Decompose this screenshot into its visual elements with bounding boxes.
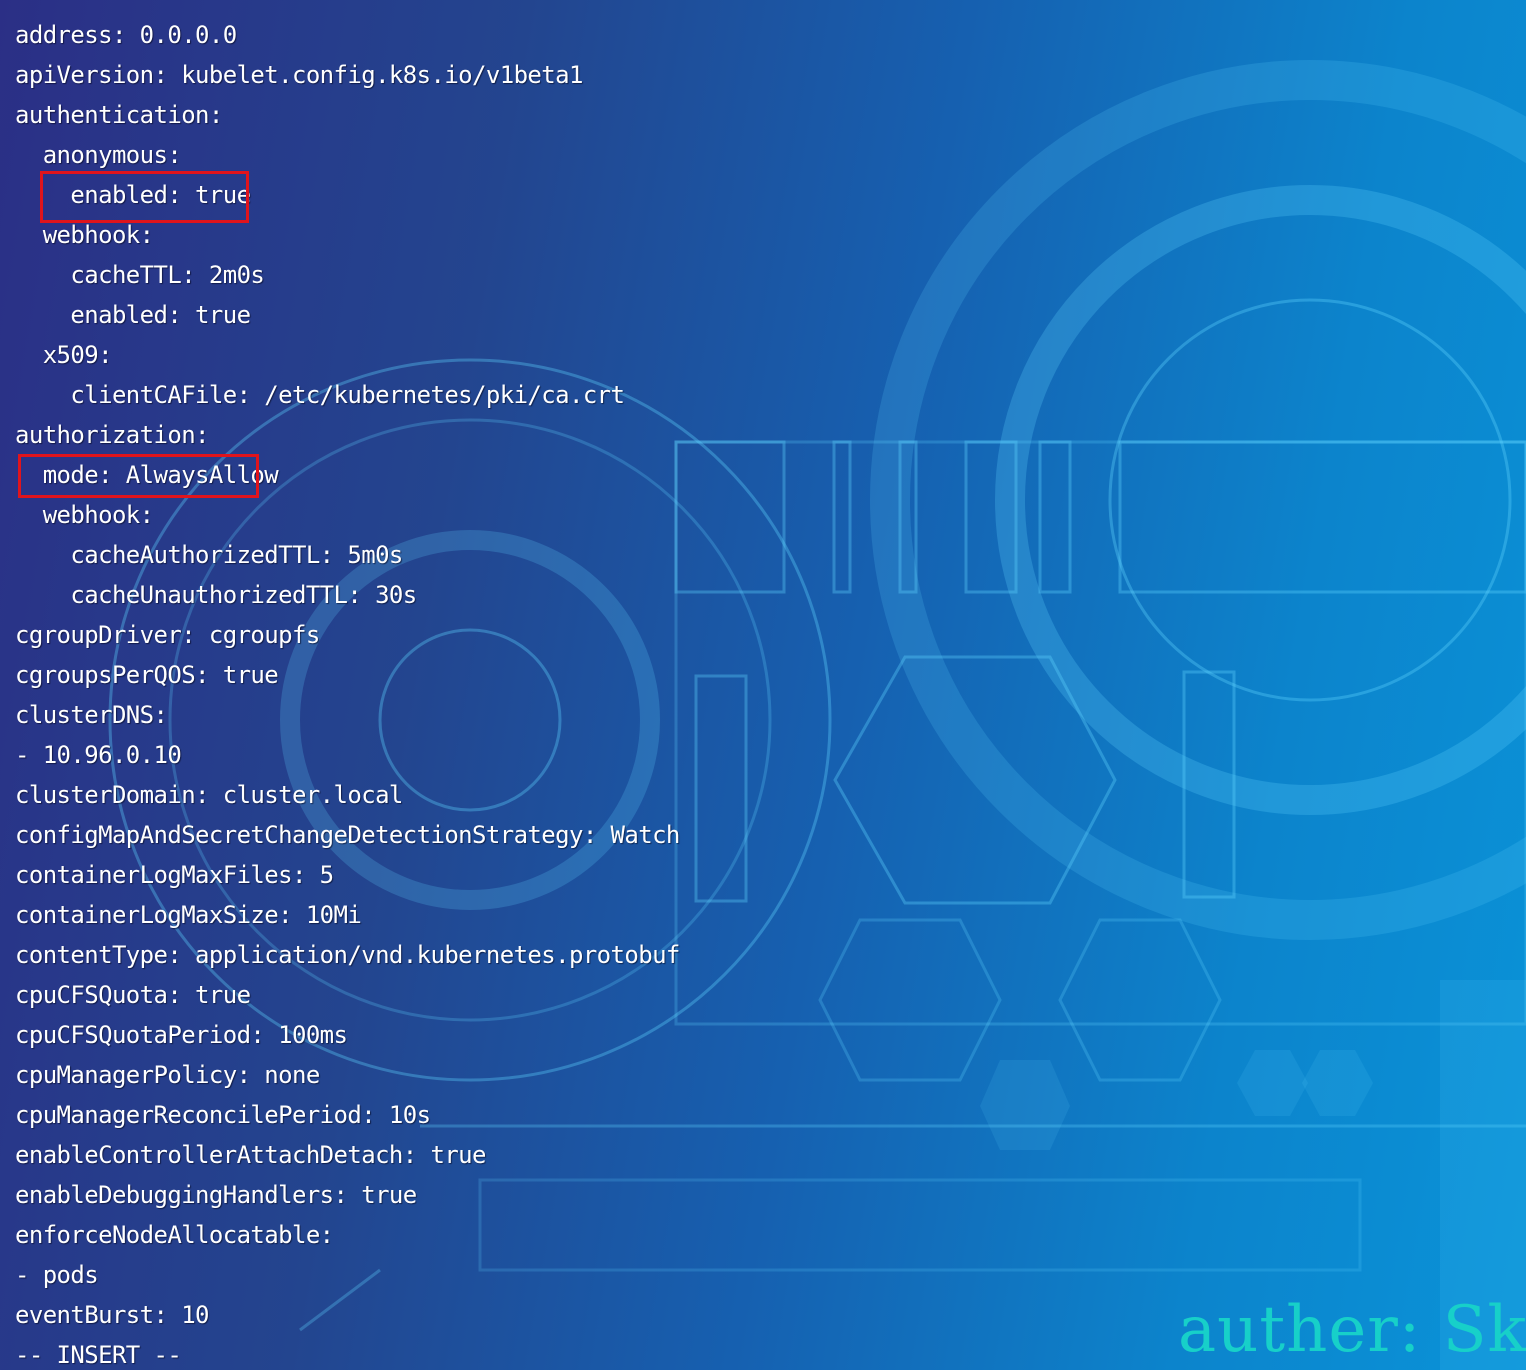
vim-mode-indicator: -- INSERT -- [15,1341,182,1369]
config-line-authentication: authentication: [15,101,223,129]
config-line-eventburst: eventBurst: 10 [15,1301,209,1329]
config-line-containerlogmaxsize: containerLogMaxSize: 10Mi [15,901,362,929]
terminal-window: address: 0.0.0.0 apiVersion: kubelet.con… [0,0,1526,1370]
config-line-enforcenodeallocatable-item: - pods [15,1261,99,1289]
config-line-cgroupdriver: cgroupDriver: cgroupfs [15,621,320,649]
config-line-cpucfsquotaperiod: cpuCFSQuotaPeriod: 100ms [15,1021,348,1049]
config-line-x509: x509: [15,341,113,369]
config-line-clusterdomain: clusterDomain: cluster.local [15,781,403,809]
config-line-containerlogmaxfiles: containerLogMaxFiles: 5 [15,861,334,889]
config-line-cacheunauthorizedttl: cacheUnauthorizedTTL: 30s [15,581,417,609]
watermark: auther: Ske [1178,1293,1526,1367]
config-line-cpumanagerpolicy: cpuManagerPolicy: none [15,1061,320,1089]
config-line-address: address: 0.0.0.0 [15,21,237,49]
config-line-cgroupsperqos: cgroupsPerQOS: true [15,661,279,689]
config-line-cachettl: cacheTTL: 2m0s [15,261,265,289]
config-line-enabledebugginghandlers: enableDebuggingHandlers: true [15,1181,417,1209]
highlight-box-authz-mode [18,454,259,498]
config-line-clientcafile: clientCAFile: /etc/kubernetes/pki/ca.crt [15,381,625,409]
config-line-webhook-enabled: enabled: true [15,301,251,329]
config-line-authz-webhook: webhook: [15,501,154,529]
yaml-editor[interactable]: address: 0.0.0.0 apiVersion: kubelet.con… [0,0,1526,1370]
config-line-anonymous: anonymous: [15,141,182,169]
config-line-clusterdns: clusterDNS: [15,701,168,729]
config-line-contenttype: contentType: application/vnd.kubernetes.… [15,941,680,969]
highlight-box-anonymous-enabled [40,171,249,223]
config-line-authorization: authorization: [15,421,209,449]
config-line-enforcenodeallocatable: enforceNodeAllocatable: [15,1221,334,1249]
config-line-cpucfsquota: cpuCFSQuota: true [15,981,251,1009]
config-line-apiversion: apiVersion: kubelet.config.k8s.io/v1beta… [15,61,583,89]
config-line-cacheauthorizedttl: cacheAuthorizedTTL: 5m0s [15,541,403,569]
config-line-enablecontrollerattachdetach: enableControllerAttachDetach: true [15,1141,486,1169]
config-line-configmapstrategy: configMapAndSecretChangeDetectionStrateg… [15,821,680,849]
config-line-clusterdns-item: - 10.96.0.10 [15,741,182,769]
config-line-cpumanagerreconcileperiod: cpuManagerReconcilePeriod: 10s [15,1101,431,1129]
